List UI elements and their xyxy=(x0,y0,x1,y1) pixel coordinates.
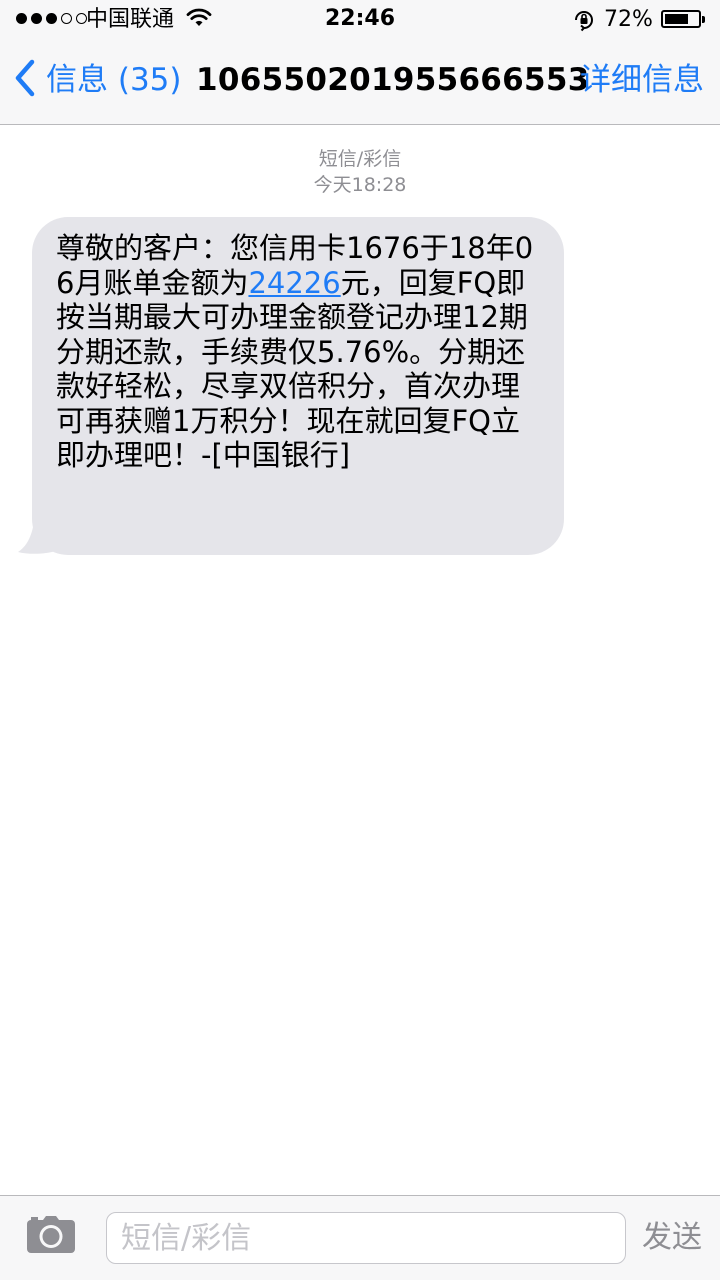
messages-screen: 中国联通 22:46 72% 信息 (35) 10655020195566655… xyxy=(0,0,720,1280)
back-button-label: 信息 (35) xyxy=(46,62,182,98)
message-thread[interactable]: 短信/彩信 今天18:28 尊敬的客户：您信用卡1676于18年06月账单金额为… xyxy=(0,125,720,1195)
message-timestamp: 今天18:28 xyxy=(313,174,407,196)
back-chevron-icon xyxy=(14,59,36,101)
rotation-lock-icon xyxy=(572,8,596,36)
message-text: 尊敬的客户：您信用卡1676于18年06月账单金额为24226元，回复FQ即按当… xyxy=(56,231,546,473)
battery-icon xyxy=(661,10,705,28)
send-button[interactable]: 发送 xyxy=(642,1218,702,1258)
battery-level-fill xyxy=(665,14,688,24)
details-button[interactable]: 详细信息 xyxy=(580,60,704,100)
amount-link[interactable]: 24226 xyxy=(248,266,340,300)
camera-icon xyxy=(27,1216,75,1253)
message-type-label: 短信/彩信 xyxy=(318,148,402,170)
message-input[interactable] xyxy=(106,1212,626,1264)
incoming-message-bubble[interactable]: 尊敬的客户：您信用卡1676于18年06月账单金额为24226元，回复FQ即按当… xyxy=(32,217,564,555)
navigation-bar: 信息 (35) 10655020195566655​3 详细信息 xyxy=(0,40,720,124)
back-button[interactable]: 信息 (35) xyxy=(14,54,182,106)
battery-percent: 72% xyxy=(604,7,653,32)
message-composer: 发送 xyxy=(0,1195,720,1280)
status-bar: 中国联通 22:46 72% xyxy=(0,0,720,40)
camera-button[interactable] xyxy=(26,1216,76,1258)
conversation-title: 10655020195566655​3 xyxy=(196,62,590,98)
header: 中国联通 22:46 72% 信息 (35) 10655020195566655… xyxy=(0,0,720,125)
